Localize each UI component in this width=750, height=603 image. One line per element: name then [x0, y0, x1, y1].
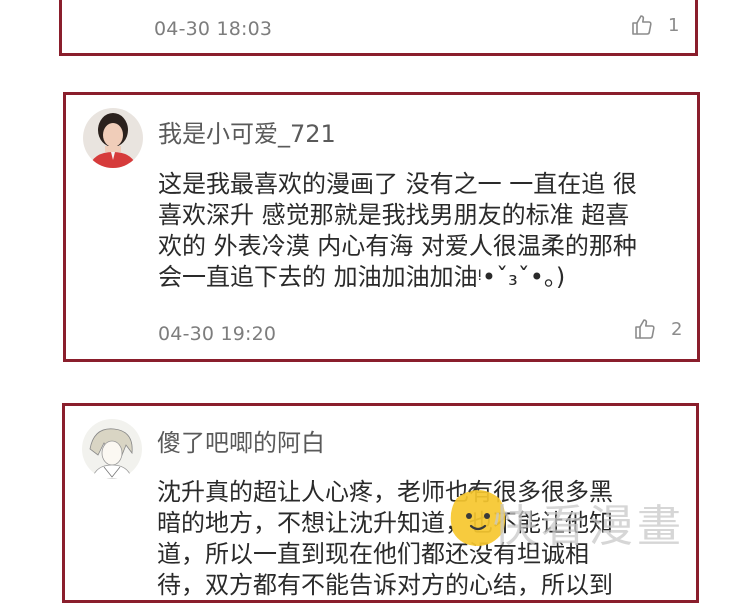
comment-line: 会一直追下去的 加油加油加油ᵎ•ˇ₃ˇ•。)	[158, 263, 566, 291]
username[interactable]: 傻了吧唧的阿白	[157, 423, 325, 458]
comment-card: 我是小可爱_721 这是我最喜欢的漫画了 没有之一 一直在追 很 喜欢深升 感觉…	[63, 92, 700, 362]
comment-line: 欢的 外表冷漠 内心有海 对爱人很温柔的那种	[158, 232, 637, 260]
like-count: 2	[671, 318, 683, 340]
avatar[interactable]	[83, 108, 143, 168]
thumbs-up-icon	[633, 317, 657, 341]
like-button[interactable]: 1	[630, 13, 679, 37]
thumbs-up-icon	[630, 13, 654, 37]
comment-card: 04-30 18:03 1	[59, 0, 698, 56]
like-button[interactable]: 2	[633, 317, 682, 341]
like-count: 1	[668, 14, 680, 36]
avatar[interactable]	[82, 419, 142, 479]
comment-line: 沈升真的超让人心疼，老师也有很多很多黑	[157, 478, 613, 506]
username[interactable]: 我是小可爱_721	[158, 114, 336, 149]
comment-text: 沈升真的超让人心疼，老师也有很多很多黑 暗的地方，不想让沈升知道，也不能让他知 …	[157, 477, 613, 601]
comment-line: 暗的地方，不想让沈升知道，也不能让他知	[157, 509, 613, 537]
comment-card: 傻了吧唧的阿白 沈升真的超让人心疼，老师也有很多很多黑 暗的地方，不想让沈升知道…	[62, 403, 699, 603]
comment-text: 这是我最喜欢的漫画了 没有之一 一直在追 很 喜欢深升 感觉那就是我找男朋友的标…	[158, 169, 637, 293]
comment-line: 这是我最喜欢的漫画了 没有之一 一直在追 很	[158, 170, 637, 198]
comment-line: 喜欢深升 感觉那就是我找男朋友的标准 超喜	[158, 201, 630, 229]
comment-timestamp: 04-30 18:03	[154, 18, 273, 40]
comment-line: 道，所以一直到现在他们都还没有坦诚相	[157, 540, 589, 568]
comment-timestamp: 04-30 19:20	[158, 323, 277, 345]
